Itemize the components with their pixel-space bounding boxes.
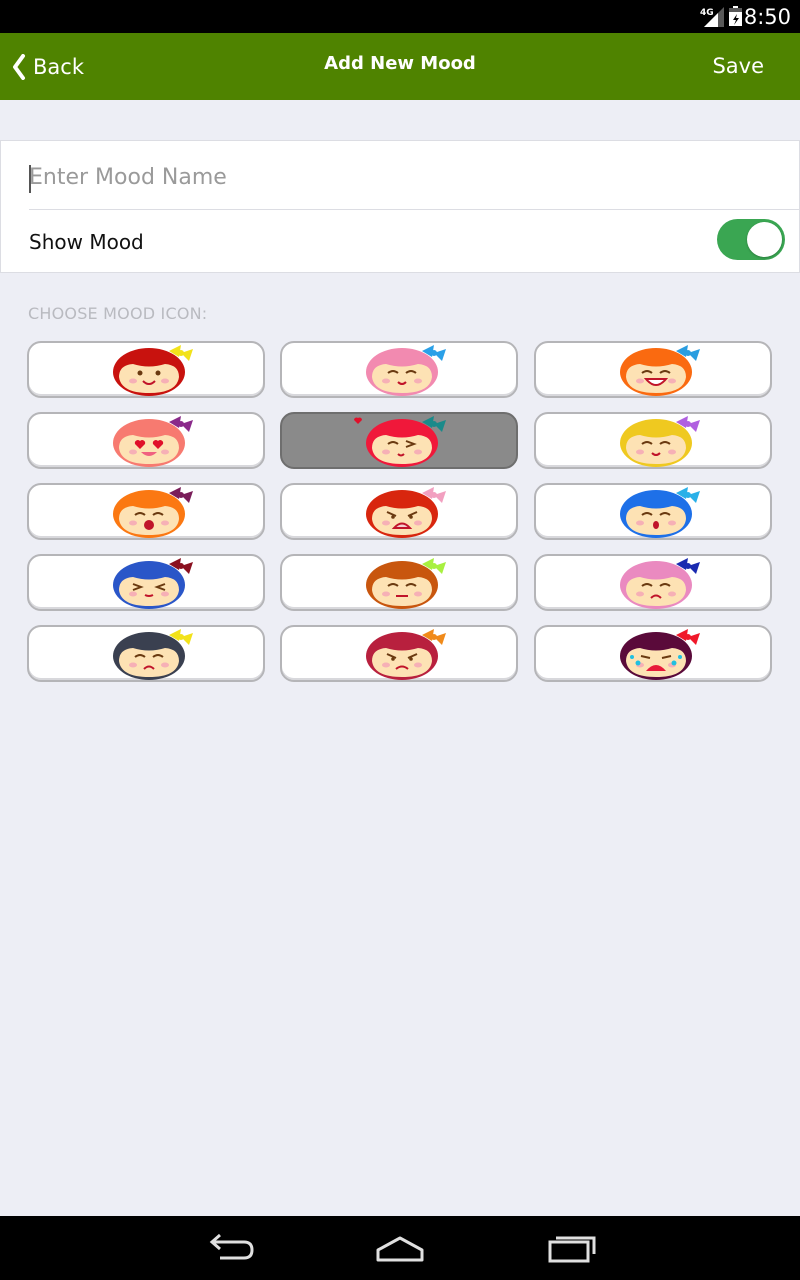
mood-icon-button[interactable] — [534, 483, 772, 540]
shy-blue-icon — [113, 558, 193, 609]
mood-form: Show Mood — [0, 140, 800, 273]
laughing-orange-icon — [620, 345, 700, 396]
mood-icon-button[interactable] — [534, 625, 772, 682]
back-button[interactable]: Back — [12, 51, 84, 83]
flirty-crimson-icon — [354, 416, 446, 467]
mood-icon-button[interactable] — [27, 554, 265, 611]
network-type-label: 4G — [700, 8, 714, 18]
system-home-button[interactable] — [370, 1230, 430, 1266]
back-arrow-icon — [209, 1233, 254, 1260]
mood-icon-button[interactable] — [280, 554, 518, 611]
in-love-salmon-icon — [113, 416, 193, 467]
status-clock: 8:50 — [743, 5, 791, 29]
system-recents-button[interactable] — [542, 1230, 602, 1266]
show-mood-toggle[interactable] — [717, 219, 785, 260]
battery-icon — [729, 6, 742, 26]
mood-icon-button[interactable] — [280, 412, 518, 469]
save-button[interactable]: Save — [712, 54, 764, 78]
cheerful-yellow-icon — [620, 416, 700, 467]
happy-red-icon — [113, 345, 193, 396]
unimpressed-brown-icon — [366, 558, 446, 609]
home-icon — [376, 1236, 424, 1262]
mood-icon-button[interactable] — [280, 625, 518, 682]
text-cursor — [29, 165, 31, 193]
worried-pink-icon — [620, 558, 700, 609]
angry-red-icon — [366, 487, 446, 538]
mood-name-input[interactable] — [29, 156, 769, 198]
back-label: Back — [33, 55, 84, 79]
mood-icon-button[interactable] — [534, 341, 772, 398]
shocked-blue-icon — [620, 487, 700, 538]
crying-plum-icon — [620, 629, 700, 680]
system-back-button[interactable] — [200, 1230, 260, 1266]
sad-navy-icon — [113, 629, 193, 680]
choose-mood-icon-label: CHOOSE MOOD ICON: — [28, 304, 208, 323]
mood-icon-button[interactable] — [280, 341, 518, 398]
annoyed-rose-icon — [366, 629, 446, 680]
toggle-knob — [747, 222, 782, 257]
system-nav-bar — [0, 1216, 800, 1280]
mood-icon-button[interactable] — [27, 341, 265, 398]
recents-icon — [548, 1236, 596, 1263]
chevron-left-icon — [13, 54, 25, 80]
mood-icon-button[interactable] — [27, 625, 265, 682]
mood-icon-button[interactable] — [534, 412, 772, 469]
show-mood-label: Show Mood — [29, 230, 144, 254]
mood-icon-button[interactable] — [27, 412, 265, 469]
status-bar: 4G 8:50 — [0, 0, 800, 33]
surprised-orange-icon — [113, 487, 193, 538]
page-title: Add New Mood — [324, 53, 476, 74]
nav-header: Back Add New Mood Save — [0, 33, 800, 100]
signal-icon: 4G — [700, 7, 724, 27]
content-pink-icon — [366, 345, 446, 396]
mood-icon-button[interactable] — [27, 483, 265, 540]
mood-icon-button[interactable] — [534, 554, 772, 611]
divider — [29, 209, 799, 210]
mood-icon-button[interactable] — [280, 483, 518, 540]
